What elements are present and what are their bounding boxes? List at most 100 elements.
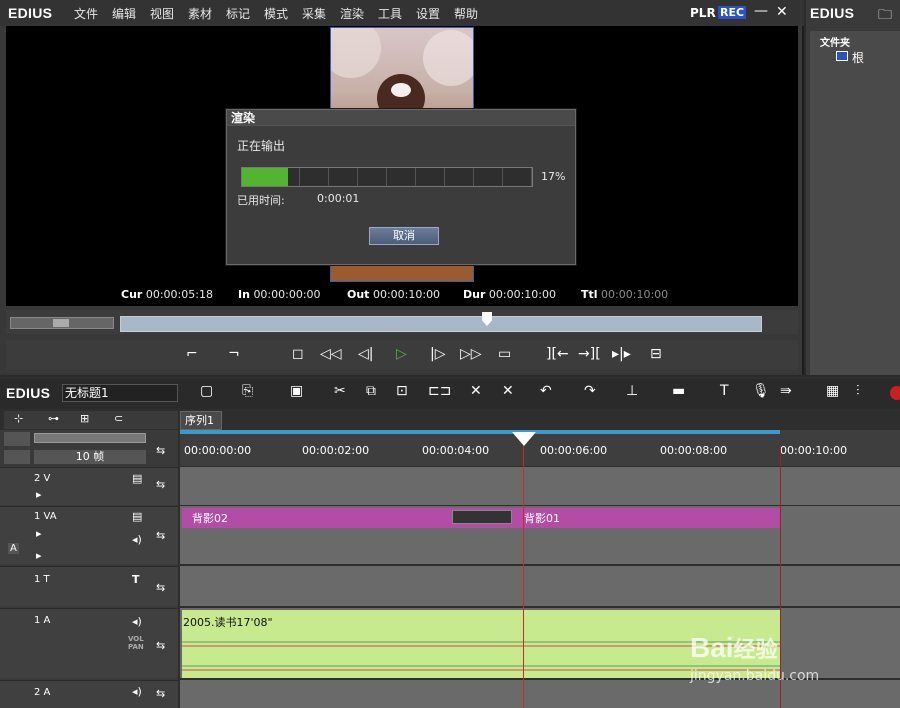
step-forward-icon[interactable]: |▷: [430, 346, 445, 362]
track-name: 2 V: [34, 473, 51, 484]
zoom-level[interactable]: 10 帧: [34, 450, 146, 464]
track-swap-icon[interactable]: ⇆: [156, 478, 165, 491]
track-swap-icon[interactable]: ⇆: [156, 687, 165, 700]
folder-tree: 文件夹 根: [810, 31, 900, 375]
cancel-button[interactable]: 取消: [369, 227, 439, 245]
video-icon[interactable]: ▤: [132, 472, 142, 485]
track-swap-icon[interactable]: ⇆: [156, 529, 165, 542]
link-icon[interactable]: ⊶: [48, 412, 59, 425]
menu-settings[interactable]: 设置: [416, 5, 440, 22]
root-folder[interactable]: 根: [852, 49, 864, 66]
copy-icon[interactable]: ⧉: [366, 383, 376, 399]
clip-name: 背影01: [524, 512, 560, 525]
video-icon[interactable]: ▤: [132, 510, 142, 523]
menu-marker[interactable]: 标记: [226, 5, 250, 22]
plr-toggle[interactable]: PLR: [690, 6, 716, 20]
undo-icon[interactable]: ↶: [540, 383, 552, 399]
menu-file[interactable]: 文件: [74, 5, 98, 22]
pan-label[interactable]: PAN: [128, 643, 144, 651]
mark-in-icon[interactable]: ⌐: [186, 346, 198, 362]
track-1t-lane[interactable]: [180, 566, 900, 606]
audio-lock-icon[interactable]: [4, 450, 30, 464]
timecode-dur: Dur 00:00:10:00: [463, 288, 556, 301]
a12-patch[interactable]: A: [8, 543, 19, 554]
play-icon[interactable]: ▷: [396, 346, 407, 362]
track-2a-lane[interactable]: [180, 680, 900, 708]
add-transition-icon[interactable]: ⊥: [626, 383, 638, 399]
sequence-tab[interactable]: 序列1: [180, 411, 222, 430]
menu-tools[interactable]: 工具: [378, 5, 402, 22]
menu-view[interactable]: 视图: [150, 5, 174, 22]
expand-icon[interactable]: ▸: [36, 549, 42, 562]
sync-lock-icon[interactable]: ⊂: [114, 412, 123, 425]
redo-icon[interactable]: ↷: [584, 383, 596, 399]
menu-capture[interactable]: 采集: [302, 5, 326, 22]
play-around-icon[interactable]: ▸|▸: [612, 346, 631, 362]
video-clip[interactable]: 背影02 背影01: [182, 508, 780, 528]
goto-in-icon[interactable]: ][←: [546, 346, 569, 362]
mic-icon[interactable]: 🎙: [752, 383, 770, 399]
track-tools: ⊹ ⊶ ⊞ ⊂: [4, 411, 178, 429]
expand-icon[interactable]: ▸: [36, 488, 42, 501]
fast-forward-icon[interactable]: ▷▷: [460, 346, 482, 362]
goto-out-icon[interactable]: →][: [578, 346, 601, 362]
menu-render[interactable]: 渲染: [340, 5, 364, 22]
step-back-icon[interactable]: ◁|: [358, 346, 373, 362]
new-icon[interactable]: ▢: [200, 383, 213, 399]
loop-icon[interactable]: ▭: [498, 346, 511, 362]
menu-help[interactable]: 帮助: [454, 5, 478, 22]
folder-icon[interactable]: 🗀: [878, 4, 892, 28]
cut-icon[interactable]: ✂: [334, 383, 346, 399]
group-icon[interactable]: ⊞: [80, 412, 89, 425]
mixer-icon[interactable]: ⫶: [856, 383, 860, 399]
close-icon[interactable]: ✕: [776, 4, 788, 20]
root-folder-icon: [836, 51, 848, 61]
expand-icon[interactable]: ▸: [36, 527, 42, 540]
speaker-icon[interactable]: ◂): [132, 533, 142, 546]
render-range-bar: [180, 430, 780, 434]
mode-icon[interactable]: ⊹: [14, 412, 23, 425]
track-1va: A 1 VA ▸ ▸ ▤ ◂) ⇆: [0, 506, 178, 564]
transition-marker[interactable]: [452, 510, 512, 524]
shuttle-handle[interactable]: [53, 319, 69, 327]
timeline-ruler[interactable]: 00:00:00:00 00:00:02:00 00:00:04:00 00:0…: [180, 430, 900, 466]
open-icon[interactable]: ⎘: [242, 383, 253, 399]
scrub-area: [6, 310, 798, 334]
match-frame-icon[interactable]: ⊟: [650, 346, 662, 362]
track-swap-icon[interactable]: ⇆: [156, 581, 165, 594]
menu-mode[interactable]: 模式: [264, 5, 288, 22]
zoom-slider[interactable]: [34, 433, 146, 443]
save-icon[interactable]: ▣: [290, 383, 303, 399]
shuttle-slider[interactable]: [10, 317, 114, 329]
ripple-delete-icon[interactable]: ✕: [502, 383, 514, 399]
snap-icon[interactable]: ▬: [672, 383, 685, 399]
insert-icon[interactable]: ⊏⊐: [428, 383, 451, 399]
paste-icon[interactable]: ⊡: [396, 383, 408, 399]
bin-logo: EDIUS: [810, 5, 855, 21]
app-logo: EDIUS: [8, 5, 53, 21]
title-icon[interactable]: T: [720, 383, 729, 399]
export-icon[interactable]: ⇛: [780, 383, 792, 399]
track-2v-lane[interactable]: [180, 467, 900, 505]
track-swap-icon[interactable]: ⇆: [156, 444, 165, 457]
menu-edit[interactable]: 编辑: [112, 5, 136, 22]
playhead-handle[interactable]: [512, 432, 536, 446]
project-name[interactable]: 无标题1: [62, 384, 178, 402]
speaker-icon[interactable]: ◂): [132, 615, 142, 628]
mark-out-icon[interactable]: ¬: [228, 346, 240, 362]
position-bar[interactable]: [120, 316, 762, 332]
speaker-icon[interactable]: ◂): [132, 685, 142, 698]
rewind-icon[interactable]: ◁◁: [320, 346, 342, 362]
stop-icon[interactable]: ◻: [292, 346, 304, 362]
vol-label[interactable]: VOL: [128, 635, 144, 643]
rec-toggle[interactable]: REC: [718, 6, 747, 19]
title-icon[interactable]: T: [132, 573, 140, 586]
menu-clip[interactable]: 素材: [188, 5, 212, 22]
ruler-label: 00:00:02:00: [302, 444, 370, 457]
lock-all-icon[interactable]: [4, 432, 30, 446]
delete-icon[interactable]: ✕: [470, 383, 482, 399]
track-swap-icon[interactable]: ⇆: [156, 639, 165, 652]
sync-icon[interactable]: ▦: [826, 383, 839, 399]
minimize-icon[interactable]: —: [754, 3, 768, 19]
dialog-title: 渲染: [227, 110, 575, 126]
